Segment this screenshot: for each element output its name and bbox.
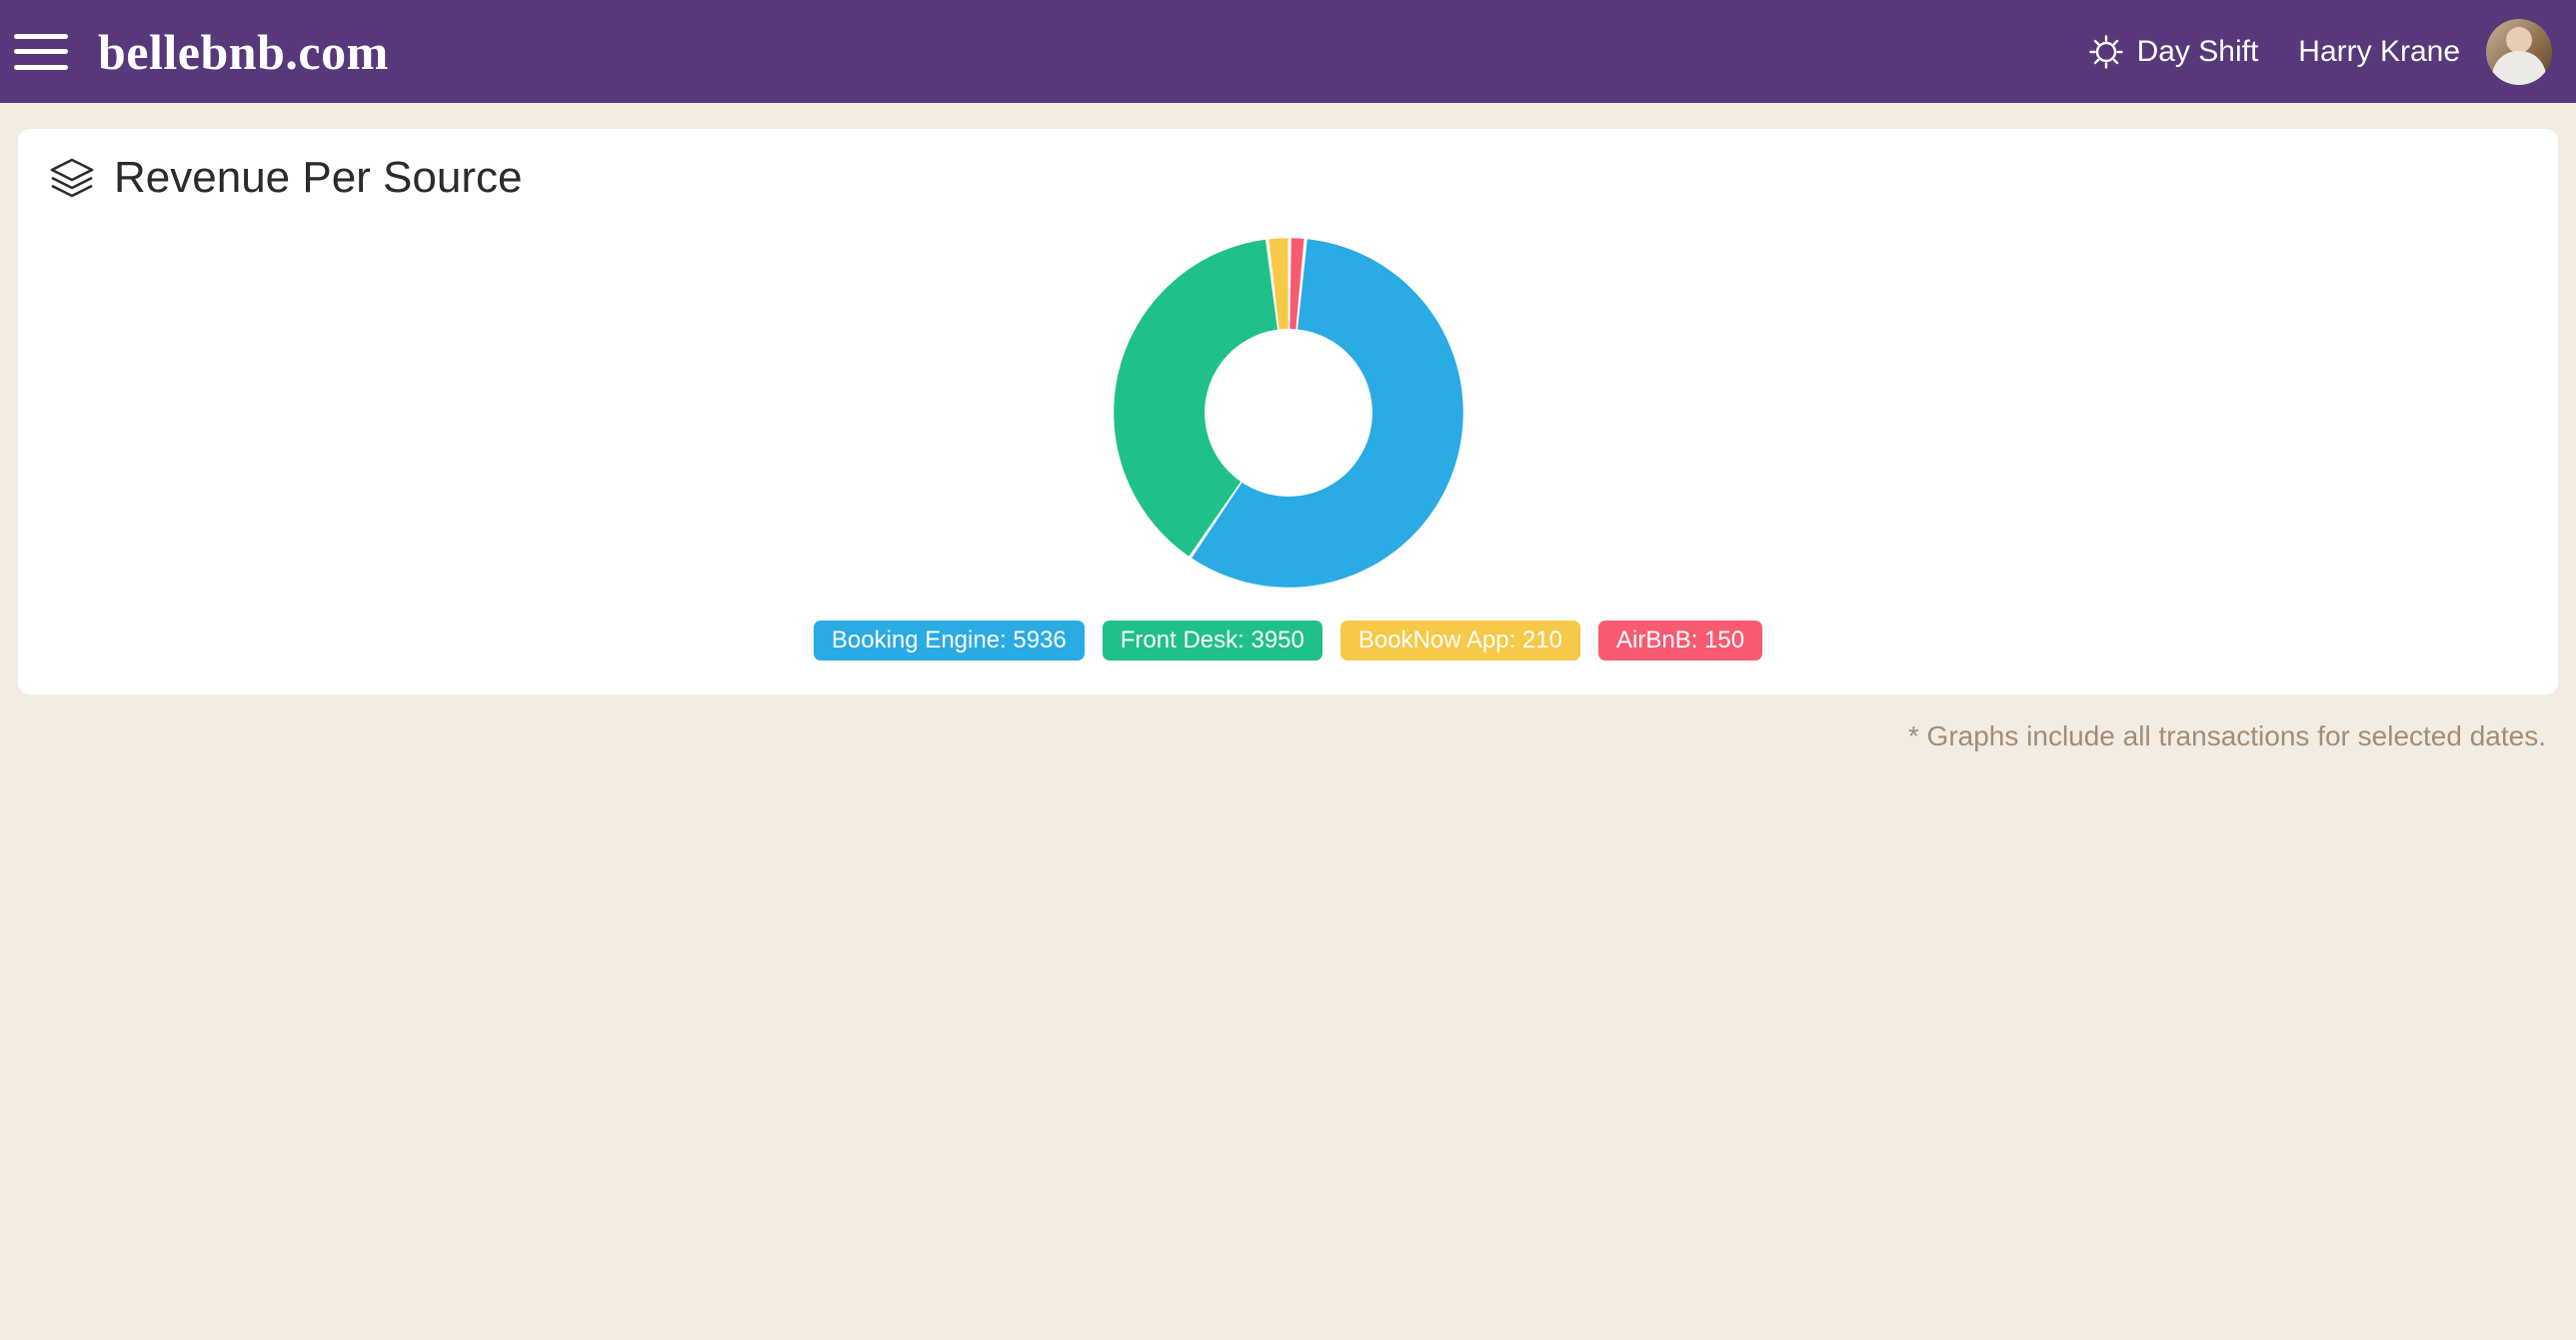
- footnote: * Graphs include all transactions for se…: [0, 706, 2576, 772]
- shift-indicator[interactable]: Day Shift: [2089, 35, 2259, 69]
- user-name[interactable]: Harry Krane: [2298, 35, 2460, 69]
- revenue-card: Revenue Per Source Booking Engine: 5936 F…: [18, 129, 2558, 694]
- sun-icon: [2089, 35, 2123, 69]
- donut-chart: [48, 223, 2528, 603]
- shift-label: Day Shift: [2137, 35, 2259, 69]
- menu-button[interactable]: [14, 30, 68, 74]
- avatar[interactable]: [2486, 19, 2552, 85]
- legend-item[interactable]: AirBnB: 150: [1598, 621, 1762, 661]
- legend-item[interactable]: Booking Engine: 5936: [814, 621, 1085, 661]
- brand-logo[interactable]: bellebnb.com: [98, 23, 389, 81]
- card-header: Revenue Per Source: [48, 153, 2528, 203]
- app-header: bellebnb.com Day Shift Harry Krane: [0, 0, 2576, 103]
- card-title: Revenue Per Source: [114, 153, 522, 203]
- layers-icon: [48, 154, 96, 202]
- legend-item[interactable]: BookNow App: 210: [1340, 621, 1580, 661]
- chart-legend: Booking Engine: 5936 Front Desk: 3950 Book…: [48, 621, 2528, 661]
- legend-item[interactable]: Front Desk: 3950: [1103, 621, 1322, 661]
